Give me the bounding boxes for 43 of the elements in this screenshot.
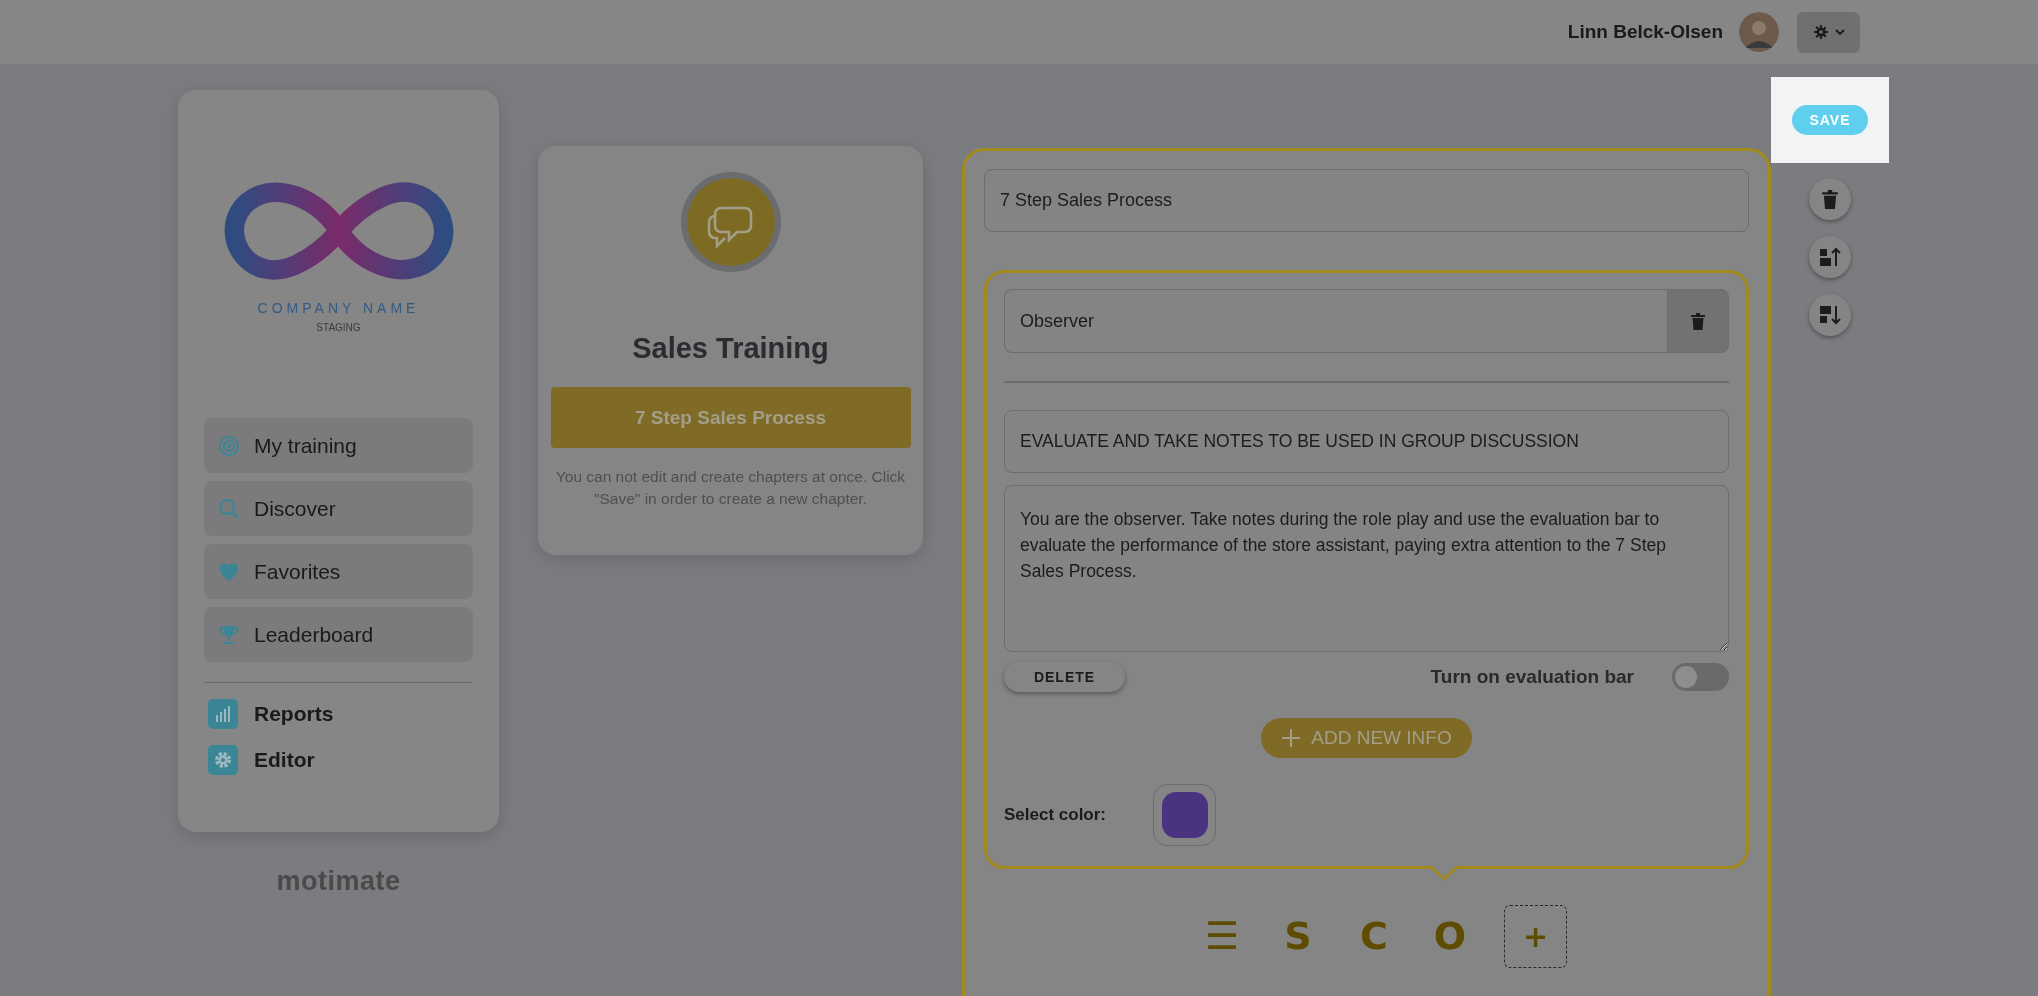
body-text-area[interactable]: You are the observer. Take notes during the role play and use the evaluation bar to evaluate the performance of the store assistant, paying extra attention to the 7 Step Sales Process. bbox=[1004, 485, 1729, 652]
user-name: Linn Belck-Olsen bbox=[1567, 21, 1723, 43]
section-tab[interactable]: O bbox=[1428, 904, 1472, 968]
chevron-down-icon bbox=[1834, 29, 1845, 35]
section-tab[interactable]: C bbox=[1352, 904, 1396, 968]
move-down-icon bbox=[1819, 304, 1841, 326]
nav-item[interactable]: Favorites bbox=[204, 544, 473, 599]
color-picker[interactable] bbox=[1153, 784, 1216, 846]
course-title: Sales Training bbox=[632, 332, 829, 365]
move-up-icon bbox=[1819, 246, 1841, 268]
plus-icon bbox=[1281, 728, 1302, 748]
nav-item[interactable]: My training bbox=[204, 418, 473, 473]
nav-item[interactable]: Discover bbox=[204, 481, 473, 536]
gear-icon bbox=[1812, 24, 1829, 40]
avatar[interactable] bbox=[1739, 12, 1779, 52]
admin-link[interactable]: Editor bbox=[204, 745, 473, 775]
heading-field[interactable]: EVALUATE AND TAKE NOTES TO BE USED IN GROUP DISCUSSION bbox=[1004, 410, 1729, 473]
chat-bubbles-icon bbox=[678, 170, 783, 274]
chapter-title-field[interactable]: 7 Step Sales Process bbox=[984, 169, 1749, 232]
admin-link[interactable]: Reports bbox=[204, 699, 473, 729]
move-up-button[interactable] bbox=[1809, 236, 1851, 278]
section-name-field[interactable]: Observer bbox=[1004, 289, 1667, 353]
trash-icon bbox=[1822, 189, 1838, 209]
search-icon bbox=[218, 497, 240, 520]
move-down-button[interactable] bbox=[1809, 294, 1851, 336]
select-color-label: Select color: bbox=[1004, 805, 1108, 825]
evaluation-toggle[interactable] bbox=[1672, 663, 1729, 691]
evaluation-bar-label: Turn on evaluation bar bbox=[1430, 666, 1634, 688]
bar-chart-icon bbox=[208, 699, 238, 729]
add-section-button[interactable]: + bbox=[1504, 904, 1567, 968]
gear-icon bbox=[208, 745, 238, 775]
trophy-icon bbox=[218, 623, 240, 646]
settings-menu-button[interactable] bbox=[1797, 11, 1860, 53]
delete-chapter-button[interactable] bbox=[1809, 178, 1851, 220]
section-tab[interactable]: S bbox=[1276, 904, 1320, 968]
target-icon bbox=[218, 434, 240, 457]
company-name: COMPANY NAME bbox=[257, 300, 420, 316]
company-subtitle: STAGING bbox=[316, 322, 361, 333]
delete-section-button[interactable] bbox=[1667, 289, 1729, 353]
trash-icon bbox=[1691, 312, 1705, 330]
section-tab[interactable]: ☰ bbox=[1200, 904, 1244, 968]
delete-button[interactable]: DELETE bbox=[1004, 662, 1125, 692]
nav-item[interactable]: Leaderboard bbox=[204, 607, 473, 662]
